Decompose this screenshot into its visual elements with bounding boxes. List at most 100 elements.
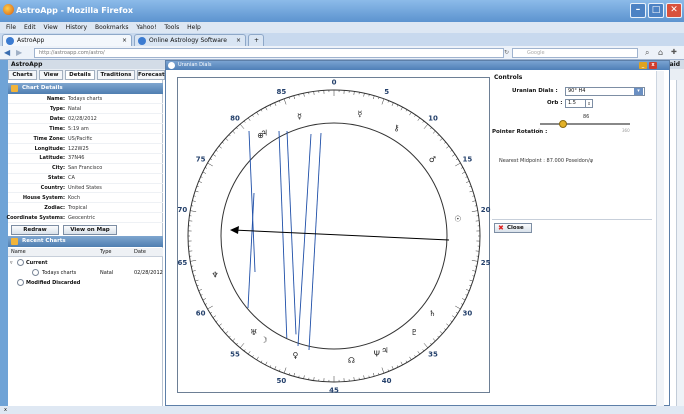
redraw-button[interactable]: Redraw [11, 225, 59, 235]
maximize-window-button[interactable]: □ [648, 3, 664, 18]
detail-label: Coordinate Systems: [6, 214, 65, 221]
dial-tick [247, 351, 251, 355]
recent-chart-name[interactable]: Todays charts [42, 270, 76, 276]
dial-tick [455, 162, 461, 167]
dial-number: 5 [384, 88, 389, 96]
tab-charts[interactable]: Charts [8, 70, 37, 80]
column-name[interactable]: Name [11, 249, 26, 255]
dial-tick [469, 279, 473, 282]
tab-view[interactable]: View [39, 70, 63, 80]
detail-row: Longitude: 122W25 [8, 145, 163, 154]
dial-tick [430, 342, 432, 345]
recent-chart-date: 02/28/2012 [134, 270, 163, 276]
slider-thumb[interactable] [559, 120, 567, 128]
pointer-rotation-slider[interactable] [540, 123, 630, 125]
dial-tick [252, 114, 254, 117]
column-type[interactable]: Type [100, 249, 111, 255]
column-date[interactable]: Date [134, 249, 146, 255]
dial-tick [409, 112, 412, 116]
stepper-arrows-icon[interactable]: ⇕ [585, 100, 592, 107]
expand-current-icon[interactable]: ▿ [10, 260, 13, 266]
current-group-radio[interactable] [17, 259, 24, 266]
detail-value: 02/28/2012 [68, 115, 97, 122]
detail-value: CA [68, 175, 75, 182]
moon-glyph: ☽ [261, 336, 268, 345]
search-input[interactable]: Google [512, 48, 638, 58]
uranus-glyph: ♅ [250, 328, 257, 337]
home-icon[interactable]: ⌂ [658, 48, 663, 57]
modified-group-radio[interactable] [17, 279, 24, 286]
minimize-window-button[interactable]: – [630, 3, 646, 18]
dial-tick [363, 375, 365, 379]
dial-tick [469, 190, 473, 193]
close-button-label: Close [507, 225, 524, 231]
close-tab-icon[interactable]: × [236, 35, 241, 46]
tab-details[interactable]: Details [65, 70, 95, 80]
detail-value: San Francisco [68, 165, 103, 172]
menu-edit[interactable]: Edit [24, 22, 36, 33]
tab-forecast[interactable]: Forecast [137, 70, 165, 80]
dial-tick [409, 356, 412, 360]
dial-tick [239, 343, 245, 349]
dial-tick [423, 343, 429, 349]
dial-number: 55 [230, 350, 240, 358]
dialog-minimize-button[interactable]: _ [639, 62, 647, 69]
detail-value: 5:19 am [68, 125, 89, 132]
close-window-button[interactable]: ✕ [666, 3, 682, 18]
url-bar[interactable]: http://astroapp.com/astro/ [34, 48, 504, 58]
menu-file[interactable]: File [6, 22, 16, 33]
dialog-scrollbar[interactable] [656, 71, 664, 407]
status-text: x [4, 407, 7, 413]
chart-radio[interactable] [32, 269, 39, 276]
detail-label: House System: [22, 195, 65, 201]
detail-row: Name: Todays charts [8, 95, 163, 105]
left-panel: Chart Details Name: Todays charts Type: Nat… [6, 80, 163, 406]
pointer-arrow [230, 226, 239, 234]
detail-label: Date: [49, 115, 65, 122]
uranian-dial[interactable]: 0510152025303540455055606570758085♆♅⊕☿♃⚷… [177, 78, 491, 395]
dial-tick [218, 145, 222, 149]
controls-title: Controls [494, 74, 523, 81]
glyph-4: ☿ [297, 112, 302, 121]
right-scrollbar[interactable] [676, 80, 684, 406]
menu-help[interactable]: Help [187, 22, 201, 33]
detail-row: State: CA [8, 174, 163, 184]
venus-glyph: ♀ [292, 351, 298, 360]
dialog-close-x-button[interactable]: x [649, 62, 657, 69]
menu-yahoo[interactable]: Yahoo! [136, 22, 156, 33]
dial-number: 80 [230, 115, 240, 123]
new-tab-button[interactable]: + [248, 34, 264, 46]
uranian-dials-select[interactable]: 90° H4 ▾ [565, 87, 645, 96]
saturn-glyph: ♄ [429, 309, 436, 318]
dial-number: 60 [196, 310, 206, 318]
close-tab-icon[interactable]: × [122, 35, 127, 46]
tab-astroapp[interactable]: AstroApp × [2, 34, 132, 46]
dial-tick [472, 270, 476, 272]
aspect-line [247, 192, 255, 309]
forward-icon[interactable]: ▶ [16, 48, 22, 57]
back-icon[interactable]: ◀ [4, 48, 10, 57]
close-button[interactable]: ✖ Close [494, 223, 532, 233]
menu-bookmarks[interactable]: Bookmarks [95, 22, 129, 33]
dial-tick [218, 323, 222, 327]
tab-online-astrology[interactable]: Online Astrology Software × [134, 34, 246, 46]
orb-value: 1.5 [568, 100, 576, 106]
menu-view[interactable]: View [44, 22, 58, 33]
menu-tools[interactable]: Tools [164, 22, 179, 33]
reload-icon[interactable]: ↻ [504, 49, 509, 56]
detail-label: Time Zone: [33, 135, 65, 142]
firefox-logo-icon [3, 4, 14, 15]
dial-tick [373, 95, 375, 100]
search-icon[interactable]: ⌕ [645, 48, 649, 58]
dial-tick [283, 98, 287, 105]
dial-tick [439, 331, 443, 334]
tab-traditions[interactable]: Traditions [97, 70, 135, 80]
uranian-dials-dialog: Uranian Dials _ x 0 5 10 15 20 25 30 35 40 45 50 55… [165, 60, 670, 407]
menu-history[interactable]: History [66, 22, 87, 33]
dial-number: 40 [382, 377, 392, 385]
orb-stepper[interactable]: 1.5 ⇕ [565, 99, 593, 108]
recent-chart-type: Natal [100, 270, 114, 276]
view-on-map-button[interactable]: View on Map [63, 225, 117, 235]
astroapp-favicon-icon [6, 37, 14, 45]
addon-icon[interactable]: ✚ [671, 48, 677, 56]
